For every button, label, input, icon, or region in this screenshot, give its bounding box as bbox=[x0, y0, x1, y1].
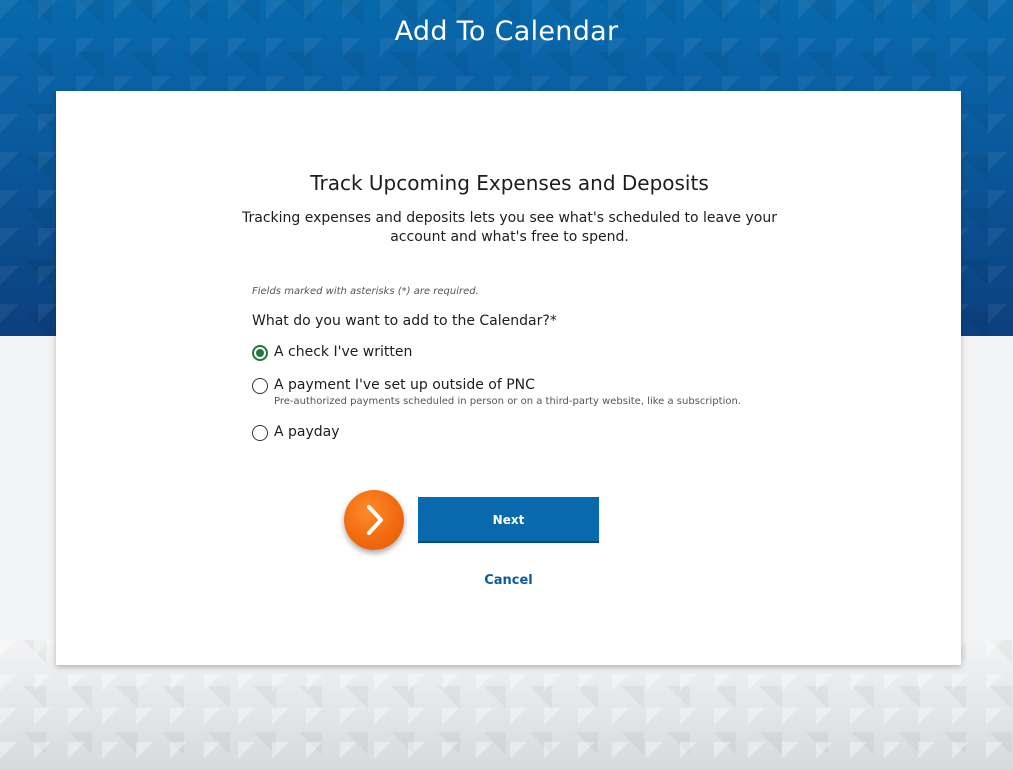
option-label: A payment I've set up outside of PNC bbox=[274, 377, 535, 393]
option-label: A check I've written bbox=[274, 344, 413, 360]
card-heading: Track Upcoming Expenses and Deposits bbox=[310, 171, 709, 195]
add-to-calendar-card: Track Upcoming Expenses and Deposits Tra… bbox=[56, 91, 961, 665]
radio-payday[interactable] bbox=[252, 425, 268, 441]
radio-check-written[interactable] bbox=[252, 345, 268, 361]
page-title: Add To Calendar bbox=[394, 16, 619, 47]
next-button[interactable]: Next bbox=[418, 497, 599, 543]
radio-payment-outside-pnc[interactable] bbox=[252, 378, 268, 394]
required-fields-note: Fields marked with asterisks (*) are req… bbox=[252, 286, 479, 297]
option-hint: Pre-authorized payments scheduled in per… bbox=[274, 396, 741, 407]
option-label: A payday bbox=[274, 424, 340, 440]
chevron-right-icon bbox=[367, 505, 383, 535]
cancel-link[interactable]: Cancel bbox=[418, 573, 599, 588]
calendar-type-question: What do you want to add to the Calendar?… bbox=[252, 313, 557, 329]
tour-next-badge[interactable] bbox=[344, 490, 404, 550]
card-description: Tracking expenses and deposits lets you … bbox=[242, 210, 777, 245]
